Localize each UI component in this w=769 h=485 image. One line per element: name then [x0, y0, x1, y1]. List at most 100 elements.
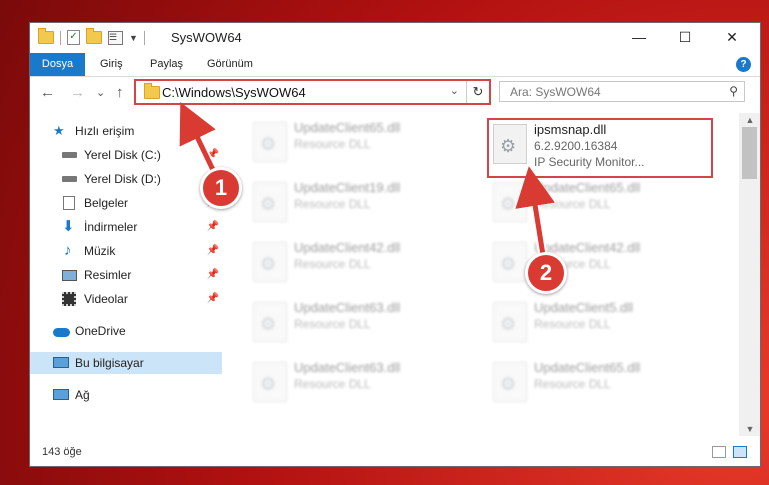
search-placeholder: Ara: SysWOW64 — [510, 85, 601, 99]
sidebar-item-label: Yerel Disk (C:) — [84, 148, 161, 162]
drive-icon — [62, 176, 77, 182]
sidebar-item-pictures[interactable]: Resimler 📌 — [30, 264, 222, 286]
dll-file-icon — [253, 182, 287, 222]
status-bar: 143 öğe — [30, 437, 760, 466]
dll-file-icon — [253, 302, 287, 342]
pin-icon[interactable]: 📌 — [207, 216, 219, 238]
list-item[interactable]: UpdateClient19.dll Resource DLL — [247, 178, 467, 234]
list-item[interactable]: UpdateClient65.dll Resource DLL — [487, 358, 707, 414]
close-button[interactable]: ✕ — [710, 23, 754, 53]
search-input[interactable]: Ara: SysWOW64 ⚲ — [499, 81, 745, 102]
sidebar-item-documents[interactable]: Belgeler 📌 — [30, 192, 222, 214]
file-description: Resource DLL — [294, 317, 371, 331]
tiles-view-icon[interactable] — [733, 446, 747, 458]
sidebar-item-downloads[interactable]: ⬇ İndirmeler 📌 — [30, 216, 222, 238]
sidebar-item-label: Yerel Disk (D:) — [84, 172, 161, 186]
tab-file[interactable]: Dosya — [30, 53, 85, 76]
pin-icon[interactable]: 📌 — [207, 240, 219, 262]
pictures-icon — [62, 270, 77, 281]
list-item[interactable]: UpdateClient63.dll Resource DLL — [247, 358, 467, 414]
pin-icon[interactable]: 📌 — [207, 288, 219, 310]
file-name: UpdateClient5.dll — [534, 300, 634, 315]
sidebar-item-network[interactable]: Ağ — [30, 384, 222, 406]
file-name: UpdateClient65.dll — [534, 180, 641, 195]
scroll-thumb[interactable] — [742, 127, 757, 179]
dll-file-icon — [253, 122, 287, 162]
list-item[interactable]: UpdateClient63.dll Resource DLL — [247, 298, 467, 354]
details-view-icon[interactable] — [712, 446, 726, 458]
highlighted-file-ipsmsnap[interactable]: ipsmsnap.dll 6.2.9200.16384 IP Security … — [487, 118, 713, 178]
ribbon: Dosya Giriş Paylaş Görünüm ? — [30, 53, 760, 77]
list-item[interactable]: UpdateClient5.dll Resource DLL — [487, 298, 707, 354]
tab-home[interactable]: Giriş — [100, 53, 123, 76]
list-item[interactable]: UpdateClient42.dll Resource DLL — [247, 238, 467, 294]
properties-check-icon[interactable]: ✓ — [67, 30, 80, 45]
file-name: UpdateClient65.dll — [294, 120, 401, 135]
sidebar-item-local-disk-c[interactable]: Yerel Disk (C:) 📌 — [30, 144, 222, 166]
title-bar: ✓ ☰ ▼ SysWOW64 — ☐ ✕ — [30, 23, 760, 53]
tab-share[interactable]: Paylaş — [150, 53, 183, 76]
file-name: UpdateClient65.dll — [534, 360, 641, 375]
address-bar[interactable]: C:\Windows\SysWOW64 ⌄ ↻ — [134, 79, 491, 105]
download-icon: ⬇ — [62, 218, 75, 235]
file-explorer-window: ✓ ☰ ▼ SysWOW64 — ☐ ✕ Dosya Giriş Paylaş … — [29, 22, 761, 467]
sidebar-item-music[interactable]: ♪ Müzik 📌 — [30, 240, 222, 262]
file-description: Resource DLL — [534, 317, 611, 331]
file-description: Resource DLL — [294, 257, 371, 271]
address-path[interactable]: C:\Windows\SysWOW64 — [162, 85, 306, 100]
dll-file-icon — [493, 242, 527, 282]
sidebar-item-onedrive[interactable]: OneDrive — [30, 320, 222, 342]
drive-icon — [62, 152, 77, 158]
scroll-down-icon[interactable]: ▼ — [739, 424, 760, 434]
pin-icon[interactable]: 📌 — [207, 264, 219, 286]
file-description: IP Security Monitor... — [534, 155, 645, 169]
sidebar-item-label: OneDrive — [75, 324, 126, 338]
pin-icon[interactable]: 📌 — [207, 144, 219, 166]
list-item[interactable]: UpdateClient65.dll Resource DLL — [487, 178, 707, 234]
maximize-button[interactable]: ☐ — [663, 23, 707, 53]
sidebar-item-local-disk-d[interactable]: Yerel Disk (D:) 📌 — [30, 168, 222, 190]
separator — [60, 30, 61, 45]
navigation-pane: ★ Hızlı erişim Yerel Disk (C:) 📌 Yerel D… — [30, 113, 222, 436]
cloud-icon — [53, 328, 70, 337]
help-icon[interactable]: ? — [736, 57, 751, 72]
back-button[interactable]: ← — [40, 85, 55, 101]
search-icon[interactable]: ⚲ — [729, 84, 738, 98]
navigation-bar: ← → ⌄ ↑ C:\Windows\SysWOW64 ⌄ ↻ Ara: Sys… — [30, 77, 760, 111]
refresh-button[interactable]: ↻ — [466, 81, 489, 103]
recent-locations-button[interactable]: ⌄ — [96, 85, 105, 101]
file-name: UpdateClient42.dll — [294, 240, 401, 255]
sidebar-item-videos[interactable]: Videolar 📌 — [30, 288, 222, 310]
file-description: Resource DLL — [534, 197, 611, 211]
sidebar-item-this-pc[interactable]: Bu bilgisayar — [30, 352, 222, 374]
tab-view[interactable]: Görünüm — [207, 53, 253, 76]
minimize-button[interactable]: — — [617, 23, 661, 53]
music-icon: ♪ — [64, 242, 72, 259]
scroll-up-icon[interactable]: ▲ — [739, 115, 760, 125]
sidebar-item-label: Hızlı erişim — [75, 124, 135, 138]
toolbar-dropdown-icon[interactable]: ▼ — [129, 33, 138, 43]
star-icon: ★ — [53, 123, 65, 138]
forward-button[interactable]: → — [70, 85, 85, 101]
up-button[interactable]: ↑ — [116, 85, 124, 101]
customize-toolbar-icon[interactable]: ☰ — [108, 30, 123, 45]
item-count: 143 öğe — [42, 446, 82, 458]
network-icon — [53, 389, 69, 400]
new-folder-icon[interactable] — [86, 28, 102, 44]
vertical-scrollbar[interactable]: ▲ ▼ — [739, 113, 760, 436]
sidebar-item-label: Ağ — [75, 388, 90, 402]
step-marker-2: 2 — [525, 252, 567, 294]
file-list: UpdateClient65.dll Resource DLL UpdateCl… — [223, 113, 739, 436]
address-dropdown-icon[interactable]: ⌄ — [450, 84, 459, 97]
file-name: UpdateClient63.dll — [294, 360, 401, 375]
list-item[interactable]: UpdateClient65.dll Resource DLL — [247, 118, 467, 174]
computer-icon — [53, 357, 69, 368]
list-item[interactable]: UpdateClient42.dll Resource DLL — [487, 238, 707, 294]
dll-file-icon — [493, 362, 527, 402]
file-version: 6.2.9200.16384 — [534, 139, 618, 153]
sidebar-item-label: Videolar — [84, 292, 128, 306]
dll-file-icon — [493, 302, 527, 342]
folder-icon — [38, 28, 54, 44]
sidebar-item-quick-access[interactable]: ★ Hızlı erişim — [30, 120, 222, 142]
documents-icon — [63, 196, 75, 210]
